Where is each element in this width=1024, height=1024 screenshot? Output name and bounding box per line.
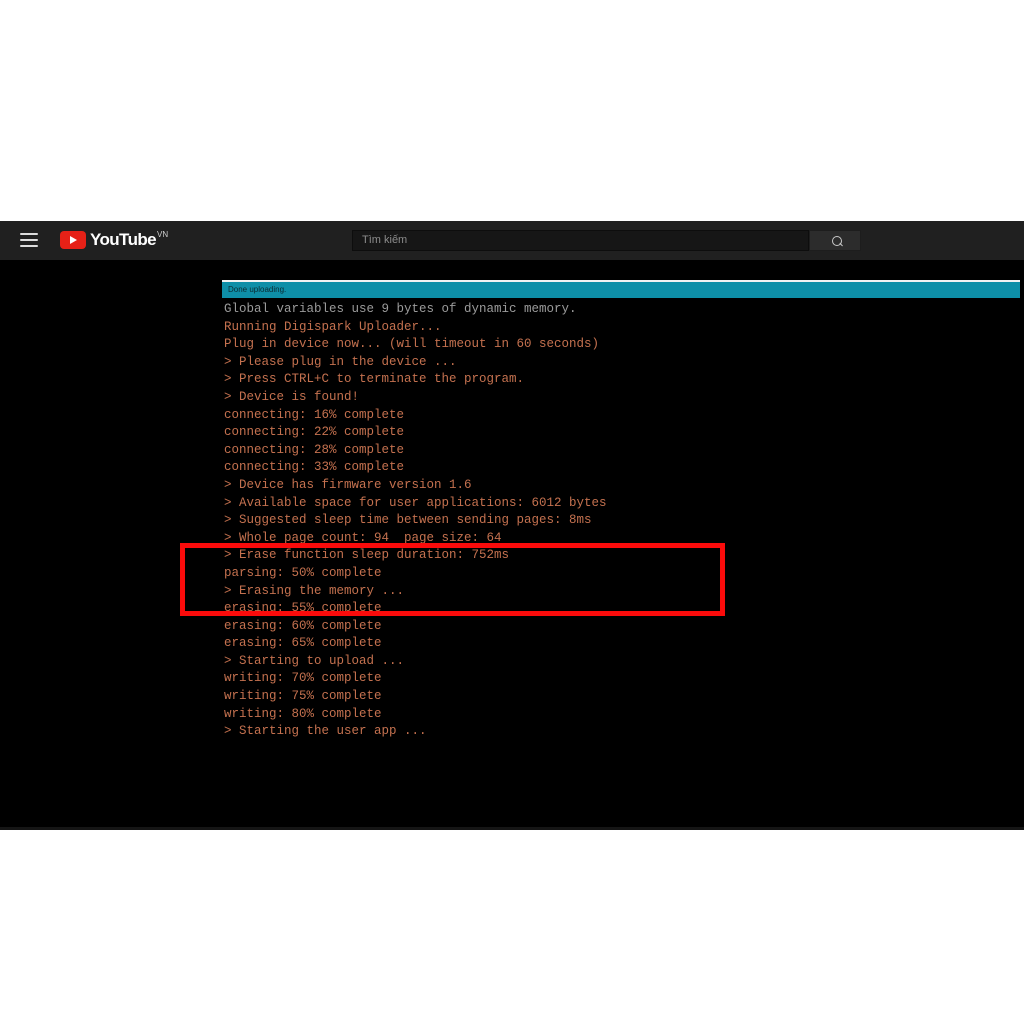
hamburger-bar bbox=[20, 233, 38, 235]
console-line: > Device is found! bbox=[224, 389, 360, 404]
console-line: > Available space for user applications:… bbox=[224, 495, 607, 510]
youtube-masthead: YouTube VN Tìm kiếm bbox=[0, 221, 1024, 261]
hamburger-bar bbox=[20, 239, 38, 241]
console-line: > Suggested sleep time between sending p… bbox=[224, 513, 592, 528]
youtube-screenshot: YouTube VN Tìm kiếm Done uploading. Glob… bbox=[0, 221, 1024, 830]
console-line: > Whole page count: 94 page size: 64 bbox=[224, 530, 502, 545]
video-player[interactable]: Done uploading. Global variables use 9 b… bbox=[0, 260, 1024, 827]
youtube-logo-text: YouTube bbox=[90, 230, 157, 249]
search-input[interactable]: Tìm kiếm bbox=[352, 230, 809, 251]
done-uploading-label: Done uploading. bbox=[228, 285, 287, 294]
search-button[interactable] bbox=[809, 230, 861, 251]
console-line: > Press CTRL+C to terminate the program. bbox=[224, 372, 525, 387]
page-root: YouTube VN Tìm kiếm Done uploading. Glob… bbox=[0, 0, 1024, 1024]
console-line: erasing: 60% complete bbox=[224, 618, 382, 633]
console-line: connecting: 33% complete bbox=[224, 460, 405, 475]
console-line: > Erasing the memory ... bbox=[224, 583, 405, 598]
console-line: connecting: 16% complete bbox=[224, 407, 405, 422]
console-line: > Erase function sleep duration: 752ms bbox=[224, 548, 510, 563]
youtube-country-code: VN bbox=[157, 230, 169, 239]
console-line: connecting: 22% complete bbox=[224, 425, 405, 440]
search-icon bbox=[832, 236, 842, 246]
console-line: writing: 75% complete bbox=[224, 689, 382, 704]
console-line: Global variables use 9 bytes of dynamic … bbox=[224, 302, 577, 316]
youtube-play-badge-icon bbox=[60, 231, 86, 249]
console-line: parsing: 50% complete bbox=[224, 565, 382, 580]
youtube-logo[interactable]: YouTube VN bbox=[60, 229, 168, 253]
console-line: > Starting the user app ... bbox=[224, 724, 427, 739]
console-line: writing: 70% complete bbox=[224, 671, 382, 686]
search-placeholder: Tìm kiếm bbox=[362, 234, 408, 246]
console-line: writing: 80% complete bbox=[224, 706, 382, 721]
console-line: > Starting to upload ... bbox=[224, 653, 405, 668]
console-line: erasing: 55% complete bbox=[224, 601, 382, 616]
console-line: > Device has firmware version 1.6 bbox=[224, 477, 472, 492]
console-log: Global variables use 9 bytes of dynamic … bbox=[224, 301, 1022, 741]
console-line: Plug in device now... (will timeout in 6… bbox=[224, 337, 600, 352]
console-line: erasing: 65% complete bbox=[224, 636, 382, 651]
console-output-region: Done uploading. Global variables use 9 b… bbox=[222, 260, 1024, 827]
console-line: connecting: 28% complete bbox=[224, 442, 405, 457]
hamburger-menu-icon[interactable] bbox=[20, 233, 38, 247]
console-line: Running Digispark Uploader... bbox=[224, 319, 442, 334]
console-line: > Please plug in the device ... bbox=[224, 354, 457, 369]
done-uploading-bar: Done uploading. bbox=[222, 282, 1020, 298]
hamburger-bar bbox=[20, 245, 38, 247]
